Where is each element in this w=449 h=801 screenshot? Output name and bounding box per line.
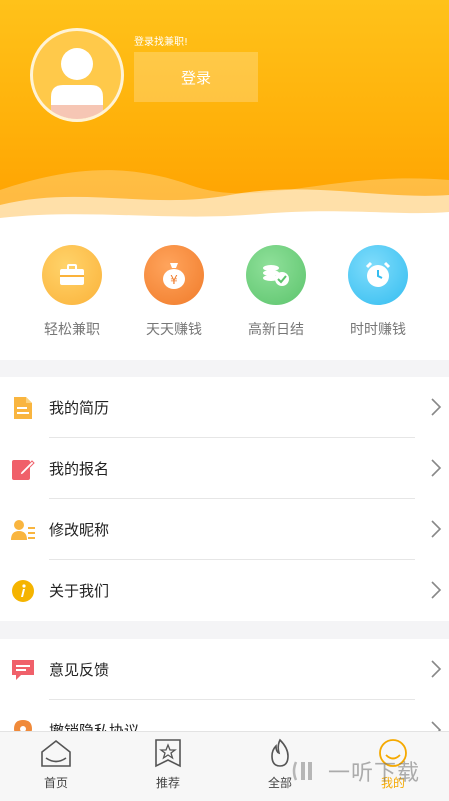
signup-icon [12,460,35,480]
clock-icon [348,245,408,305]
quick-item-daily-pay[interactable]: 高新日结 [226,245,326,339]
login-button[interactable]: 登录 [134,52,258,102]
briefcase-icon [42,245,102,305]
menu-label: 意见反馈 [49,661,110,679]
menu-item-feedback[interactable]: 意见反馈 [0,639,449,700]
chevron-right-icon [431,520,442,538]
chevron-right-icon [431,459,442,477]
quick-item-hourly-earn[interactable]: 时时赚钱 [328,245,428,339]
menu-item-about[interactable]: 关于我们 [0,560,449,621]
menu-item-resume[interactable]: 我的简历 [0,377,449,438]
menu-label: 撤销隐私协议 [49,722,140,731]
chevron-right-icon [431,721,442,731]
menu-group-2: 意见反馈 撤销隐私协议 [0,639,449,731]
login-hint: 登录找兼职! [134,37,189,48]
tab-label: 推荐 [155,776,180,790]
chevron-right-icon [431,581,442,599]
tab-label: 首页 [43,776,68,790]
menu-label: 关于我们 [49,582,110,600]
menu-label: 修改昵称 [49,521,110,539]
bookmark-star-icon [155,739,181,768]
menu-group-1: 我的简历 我的报名 修改昵称 关于我们 [0,377,449,621]
menu-item-revoke-privacy[interactable]: 撤销隐私协议 [0,700,449,731]
user-avatar-icon [51,48,103,119]
watermark: 一听下载 [290,751,420,791]
quick-item-easy-job[interactable]: 轻松兼职 [22,245,122,339]
home-icon [41,739,71,767]
avatar[interactable] [30,28,124,122]
menu-label: 我的报名 [49,460,110,478]
quick-label: 高新日结 [248,322,304,338]
quick-item-daily-earn[interactable]: ¥ 天天赚钱 [124,245,224,339]
watermark-logo-icon [292,761,312,781]
tab-home[interactable]: 首页 [16,738,96,791]
resume-icon [14,397,32,419]
chevron-right-icon [431,660,442,678]
menu-item-nickname[interactable]: 修改昵称 [0,499,449,560]
quick-label: 天天赚钱 [146,322,202,338]
chevron-right-icon [431,398,442,416]
menu-label: 我的简历 [49,399,110,417]
svg-text:¥: ¥ [170,273,178,287]
money-bag-icon: ¥ [144,245,204,305]
watermark-text: 一听下载 [328,761,421,786]
location-icon [14,720,32,731]
header-wave [0,170,449,225]
tab-recommend[interactable]: 推荐 [128,738,208,791]
profile-header: 登录找兼职! 登录 [0,0,449,225]
coins-icon [246,245,306,305]
feedback-icon [12,660,34,680]
quick-actions: 轻松兼职 ¥ 天天赚钱 高新日结 时时赚钱 [0,225,449,360]
user-edit-icon [11,520,35,540]
quick-label: 时时赚钱 [350,322,406,338]
quick-label: 轻松兼职 [44,322,100,338]
info-icon [12,580,34,602]
menu-item-signup[interactable]: 我的报名 [0,438,449,499]
